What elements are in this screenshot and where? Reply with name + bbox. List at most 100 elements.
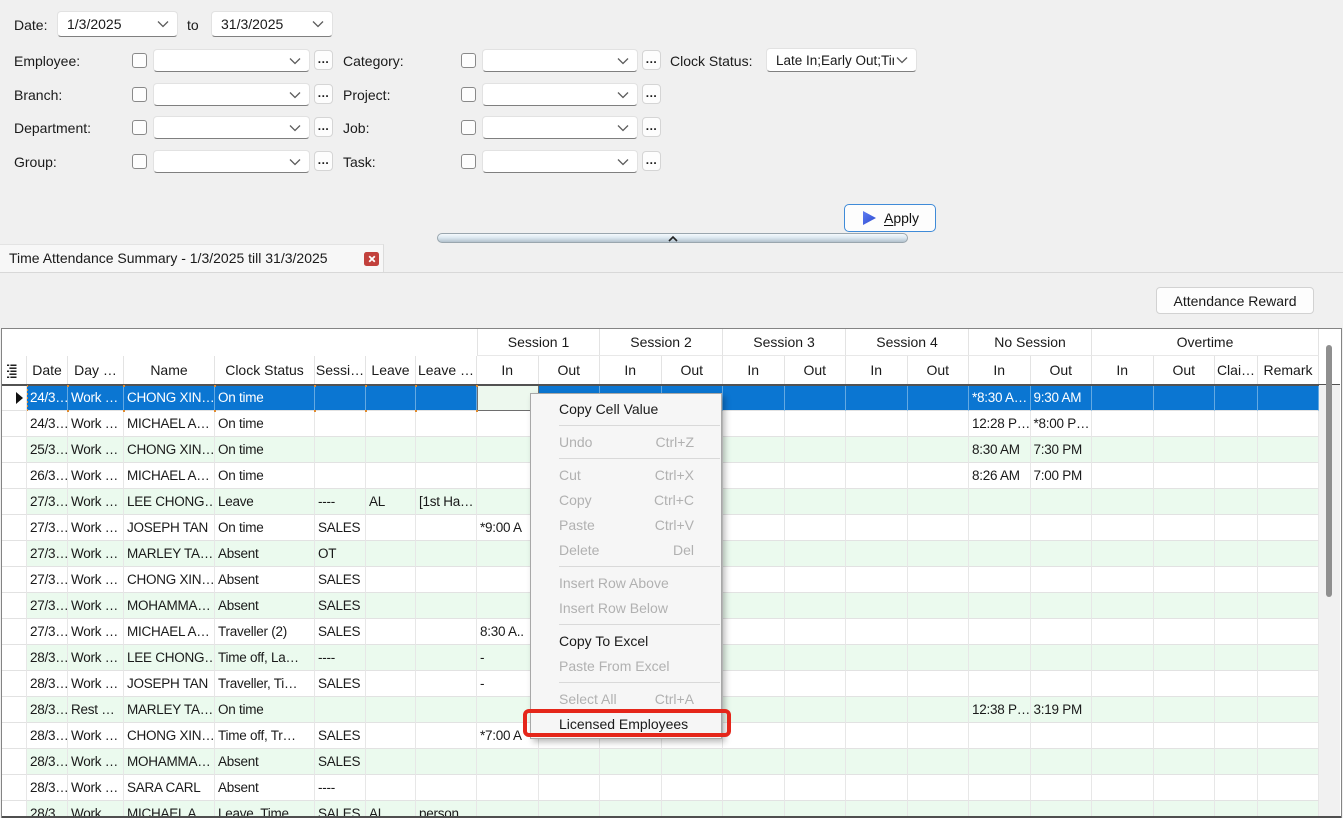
filter-checkbox-category[interactable] — [461, 53, 476, 68]
cell-nsin[interactable] — [969, 567, 1031, 593]
cell-sessi[interactable]: OT — [315, 541, 366, 567]
cell-nsin[interactable]: 8:30 AM — [969, 437, 1031, 463]
cell-s3in[interactable] — [723, 619, 785, 645]
cell-sessi[interactable] — [315, 385, 366, 411]
cell-s3out[interactable] — [785, 437, 847, 463]
cell-s3out[interactable] — [785, 463, 847, 489]
column-header-s1in[interactable]: In — [477, 356, 539, 384]
cell-clock[interactable]: Traveller (2) — [215, 619, 315, 645]
cell-leave[interactable]: AL — [366, 489, 416, 515]
cell-day[interactable]: Work … — [68, 645, 124, 671]
cell-nsout[interactable] — [1031, 723, 1093, 749]
cell-name[interactable]: LEE CHONG… — [124, 645, 215, 671]
cell-clai[interactable] — [1215, 697, 1258, 723]
column-header-nsin[interactable]: In — [969, 356, 1031, 384]
cell-remark[interactable] — [1258, 437, 1319, 463]
cell-otin[interactable] — [1092, 671, 1154, 697]
cell-s1out[interactable] — [539, 775, 601, 801]
cell-sessi[interactable]: SALES — [315, 515, 366, 541]
cell-s4out[interactable] — [908, 385, 970, 411]
column-header-s3out[interactable]: Out — [785, 356, 847, 384]
cell-otout[interactable] — [1154, 775, 1216, 801]
cell-clai[interactable] — [1215, 541, 1258, 567]
filter-combobox-branch[interactable] — [153, 83, 310, 106]
cell-day[interactable]: Work … — [68, 541, 124, 567]
cell-nsin[interactable] — [969, 723, 1031, 749]
cell-clock[interactable]: On time — [215, 697, 315, 723]
cell-day[interactable]: Work … — [68, 411, 124, 437]
cell-s4in[interactable] — [846, 463, 908, 489]
cell-nsin[interactable] — [969, 541, 1031, 567]
cell-s4in[interactable] — [846, 567, 908, 593]
cell-date[interactable]: 28/3… — [27, 723, 68, 749]
cell-name[interactable]: MARLEY TA… — [124, 541, 215, 567]
cell-nsout[interactable]: 7:30 PM — [1031, 437, 1093, 463]
cell-day[interactable]: Work … — [68, 775, 124, 801]
cell-otin[interactable] — [1092, 619, 1154, 645]
cell-nsin[interactable] — [969, 515, 1031, 541]
cell-day[interactable]: Work … — [68, 567, 124, 593]
cell-sessi[interactable]: ---- — [315, 645, 366, 671]
cell-s3out[interactable] — [785, 567, 847, 593]
cell-s4out[interactable] — [908, 749, 970, 775]
menu-item-undo[interactable]: UndoCtrl+Z — [531, 430, 721, 455]
cell-clock[interactable]: On time — [215, 437, 315, 463]
cell-s3out[interactable] — [785, 411, 847, 437]
cell-s3in[interactable] — [723, 593, 785, 619]
cell-otout[interactable] — [1154, 567, 1216, 593]
menu-item-cut[interactable]: CutCtrl+X — [531, 463, 721, 488]
cell-leave[interactable] — [366, 697, 416, 723]
cell-name[interactable]: JOSEPH TAN — [124, 671, 215, 697]
cell-date[interactable]: 28/3… — [27, 749, 68, 775]
filter-browse-button-job[interactable]: ... — [642, 117, 661, 137]
cell-s1in[interactable] — [477, 775, 539, 801]
cell-s3in[interactable] — [723, 723, 785, 749]
menu-item-delete[interactable]: DeleteDel — [531, 538, 721, 563]
cell-s4out[interactable] — [908, 567, 970, 593]
cell-sessi[interactable]: SALES — [315, 567, 366, 593]
cell-clock[interactable]: Time off, Tr… — [215, 723, 315, 749]
cell-s3in[interactable] — [723, 749, 785, 775]
cell-clock[interactable]: Time off, La… — [215, 645, 315, 671]
cell-day[interactable]: Work … — [68, 385, 124, 411]
column-header-leave2[interactable]: Leave … — [416, 356, 477, 384]
cell-sessi[interactable]: SALES — [315, 593, 366, 619]
cell-nsin[interactable]: 12:28 P… — [969, 411, 1031, 437]
apply-button[interactable]: Apply — [844, 204, 936, 232]
column-header-remark[interactable]: Remark — [1258, 356, 1319, 384]
cell-sessi[interactable]: SALES — [315, 671, 366, 697]
cell-otin[interactable] — [1092, 437, 1154, 463]
vertical-scrollbar-thumb[interactable] — [1326, 345, 1332, 597]
cell-s1in[interactable] — [477, 749, 539, 775]
cell-leave[interactable] — [366, 541, 416, 567]
cell-name[interactable]: CHONG XIN… — [124, 567, 215, 593]
cell-s4in[interactable] — [846, 645, 908, 671]
cell-nsin[interactable]: 12:38 P… — [969, 697, 1031, 723]
cell-s4in[interactable] — [846, 697, 908, 723]
cell-nsout[interactable] — [1031, 515, 1093, 541]
column-header-s3in[interactable]: In — [723, 356, 785, 384]
cell-s3out[interactable] — [785, 775, 847, 801]
cell-s4out[interactable] — [908, 775, 970, 801]
cell-s3in[interactable] — [723, 437, 785, 463]
cell-date[interactable]: 27/3… — [27, 593, 68, 619]
cell-clock[interactable]: On time — [215, 463, 315, 489]
cell-sessi[interactable]: ---- — [315, 775, 366, 801]
cell-s4in[interactable] — [846, 489, 908, 515]
cell-s3out[interactable] — [785, 671, 847, 697]
filter-browse-button-category[interactable]: ... — [642, 50, 661, 70]
cell-date[interactable]: 24/3… — [27, 385, 68, 411]
filter-browse-button-task[interactable]: ... — [642, 151, 661, 171]
filter-checkbox-project[interactable] — [461, 87, 476, 102]
cell-s3in[interactable] — [723, 697, 785, 723]
cell-remark[interactable] — [1258, 593, 1319, 619]
cell-date[interactable]: 27/3… — [27, 619, 68, 645]
cell-day[interactable]: Work … — [68, 463, 124, 489]
cell-remark[interactable] — [1258, 541, 1319, 567]
cell-clock[interactable]: Absent — [215, 593, 315, 619]
cell-otout[interactable] — [1154, 411, 1216, 437]
cell-nsout[interactable] — [1031, 567, 1093, 593]
cell-sessi[interactable] — [315, 437, 366, 463]
cell-s3out[interactable] — [785, 619, 847, 645]
column-header-leave[interactable]: Leave — [366, 356, 416, 384]
